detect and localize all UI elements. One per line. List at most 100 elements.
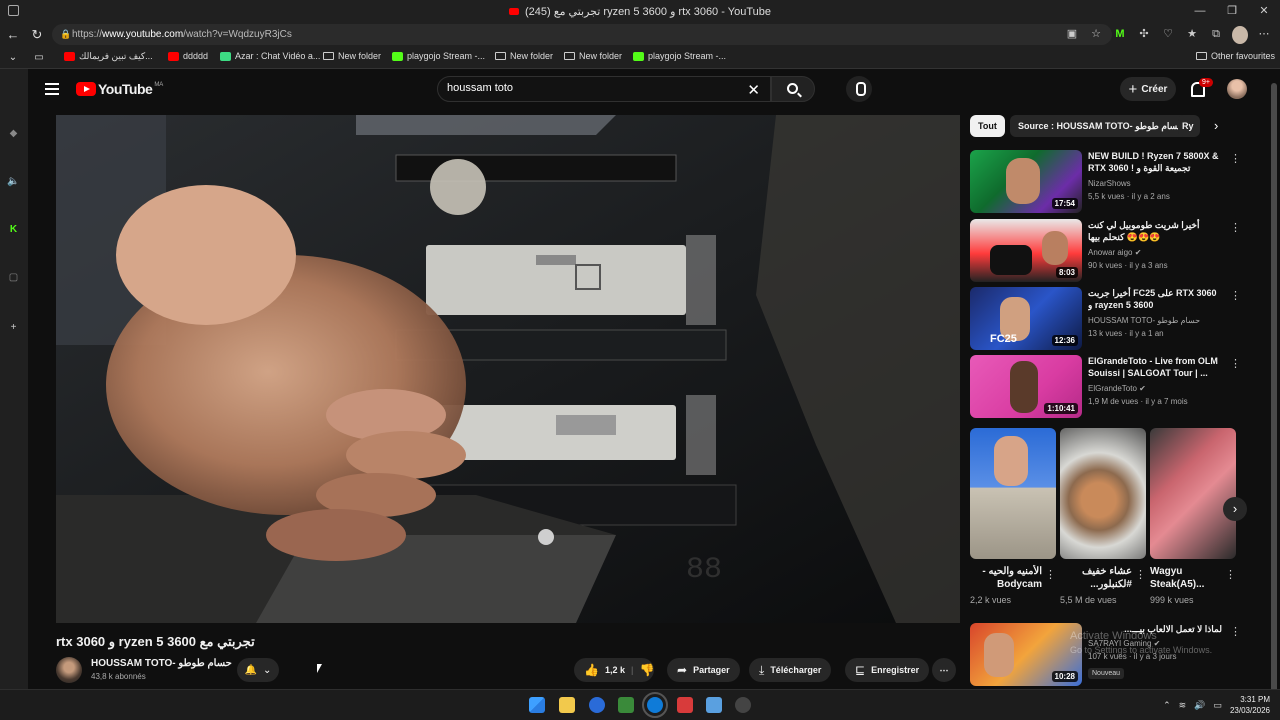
browser-profile-avatar[interactable]: [1232, 26, 1248, 44]
video-thumbnail[interactable]: 17:54: [970, 150, 1082, 213]
sidebar-speaker-icon[interactable]: 🔈: [7, 175, 20, 188]
shorts-next-icon[interactable]: ›: [1223, 497, 1247, 521]
chip-source[interactable]: Source : HOUSSAM TOTO- حسام طوطو: [1010, 115, 1192, 137]
app-available-icon[interactable]: ▣: [1064, 25, 1080, 43]
page-scrollbar[interactable]: [1268, 69, 1280, 703]
more-options-icon[interactable]: ⋮: [1230, 221, 1241, 234]
edge-active-icon[interactable]: [642, 692, 668, 718]
share-button[interactable]: ➦ Partager: [667, 658, 740, 682]
more-options-icon[interactable]: ⋮: [1135, 568, 1146, 581]
video-thumbnail[interactable]: FC25 12:36: [970, 287, 1082, 350]
bookmark-item[interactable]: ddddd: [168, 51, 208, 61]
clock[interactable]: 3:31 PM 23/03/2026: [1230, 694, 1270, 716]
youtube-logo[interactable]: YouTube MA: [76, 81, 163, 97]
sidebar-app-icon[interactable]: ▢: [7, 271, 20, 284]
battery-icon[interactable]: ▭: [1213, 700, 1222, 711]
start-windows-icon[interactable]: [529, 697, 545, 713]
channel-name[interactable]: Anowar aigo ✔: [1088, 248, 1141, 257]
search-input[interactable]: [447, 82, 747, 94]
short-thumbnail[interactable]: [1150, 428, 1236, 559]
file-explorer-icon[interactable]: [559, 697, 575, 713]
browser-menu-icon[interactable]: ⋯: [1256, 25, 1272, 43]
extension-m-icon[interactable]: M: [1112, 25, 1128, 43]
search-button[interactable]: [771, 76, 815, 102]
channel-avatar[interactable]: [56, 657, 82, 683]
more-options-icon[interactable]: ⋮: [1045, 568, 1056, 581]
wifi-icon[interactable]: ≋: [1179, 700, 1187, 711]
bookmark-item[interactable]: New folder: [495, 51, 553, 61]
like-button[interactable]: 👍 1,2 k | 👎: [574, 658, 654, 682]
voice-search-icon[interactable]: [846, 76, 872, 102]
collections-icon[interactable]: ⧉: [1208, 25, 1224, 43]
bookmark-item[interactable]: playgojo Stream -...: [392, 51, 485, 61]
bookmark-item[interactable]: New folder: [564, 51, 622, 61]
create-button[interactable]: + Créer: [1120, 77, 1176, 101]
video-thumbnail[interactable]: 10:28: [970, 623, 1082, 686]
short-item[interactable]: الأمنيه والحيه - Bodycam 2,2 k vues ⋮: [970, 428, 1056, 605]
app-red-icon[interactable]: [677, 697, 693, 713]
video-thumbnail[interactable]: 8:03: [970, 219, 1082, 282]
recommendation-item[interactable]: 17:54 NEW BUILD ! Ryzen 7 5800X & RTX 30…: [970, 150, 1260, 214]
save-button[interactable]: ⊑ Enregistrer: [845, 658, 930, 682]
minimize-button[interactable]: —: [1184, 0, 1216, 22]
short-item[interactable]: عشاء خفيف #لكنبلور... 5,5 M de vues ⋮: [1060, 428, 1146, 605]
tray-chevron-up-icon[interactable]: ⌃: [1163, 700, 1171, 711]
recommendation-item[interactable]: FC25 12:36 أخيرا جربت FC25 على RTX 3060 …: [970, 287, 1260, 351]
extensions-icon[interactable]: ✣: [1136, 25, 1152, 43]
maximize-button[interactable]: ❐: [1216, 0, 1248, 22]
video-title-link[interactable]: أخيرا شريت طوموبيل لي كنت كنحلم بيها 😍😍😍: [1088, 219, 1222, 243]
channel-name[interactable]: HOUSSAM TOTO- حسام طوطو: [91, 658, 232, 669]
favorite-star-icon[interactable]: ☆: [1088, 25, 1104, 43]
bookmark-item[interactable]: كيف تبين فريمالك...: [64, 51, 153, 62]
recommendation-item[interactable]: 1:10:41 ElGrandeToto - Live from OLM Sou…: [970, 355, 1260, 419]
short-thumbnail[interactable]: [970, 428, 1056, 559]
short-title[interactable]: عشاء خفيف #لكنبلور...: [1060, 565, 1132, 592]
account-avatar[interactable]: [1227, 79, 1247, 99]
scrollbar-thumb[interactable]: [1271, 83, 1277, 703]
more-options-icon[interactable]: ⋮: [1230, 152, 1241, 165]
edge-icon[interactable]: [589, 697, 605, 713]
other-favorites[interactable]: Other favourites: [1196, 51, 1275, 61]
close-window-button[interactable]: ✕: [1248, 0, 1280, 22]
more-options-icon[interactable]: ⋮: [1230, 289, 1241, 302]
more-options-icon[interactable]: ⋮: [1230, 357, 1241, 370]
clear-search-icon[interactable]: ✕: [747, 81, 760, 99]
sidebar-add-icon[interactable]: +: [7, 321, 20, 334]
chip-ryzen[interactable]: Ry: [1178, 115, 1200, 137]
sidebar-kick-icon[interactable]: K: [7, 223, 20, 236]
favorites-icon[interactable]: ★: [1184, 25, 1200, 43]
channel-name[interactable]: HOUSSAM TOTO- حسام طوطو: [1088, 316, 1200, 325]
video-player[interactable]: 88: [56, 115, 960, 623]
channel-name[interactable]: NizarShows: [1088, 179, 1131, 188]
bookmark-item[interactable]: Azar : Chat Vidéo a...: [220, 51, 320, 61]
nvidia-icon[interactable]: [618, 697, 634, 713]
short-thumbnail[interactable]: [1060, 428, 1146, 559]
back-icon[interactable]: ←: [4, 26, 22, 44]
photos-icon[interactable]: [706, 697, 722, 713]
bookmark-item[interactable]: playgojo Stream -...: [633, 51, 726, 61]
video-title-link[interactable]: ElGrandeToto - Live from OLM Souissi | S…: [1088, 355, 1222, 379]
url-bar[interactable]: 🔒 https://www.youtube.com/watch?v=Wqdzuy…: [52, 24, 1112, 45]
workspaces-icon[interactable]: [8, 5, 19, 16]
search-box[interactable]: ✕: [437, 76, 771, 102]
video-title-link[interactable]: أخيرا جربت FC25 على RTX 3060 و rayzen 5 …: [1088, 287, 1222, 311]
volume-icon[interactable]: 🔊: [1194, 700, 1205, 711]
hamburger-menu-icon[interactable]: [45, 83, 59, 95]
video-thumbnail[interactable]: 1:10:41: [970, 355, 1082, 418]
recommendation-item[interactable]: 8:03 أخيرا شريت طوموبيل لي كنت كنحلم بيه…: [970, 219, 1260, 283]
more-options-icon[interactable]: ⋮: [1230, 625, 1241, 638]
video-title-link[interactable]: NEW BUILD ! Ryzen 7 5800X & RTX 3060 ! ت…: [1088, 150, 1222, 176]
chips-next-icon[interactable]: ›: [1214, 118, 1218, 133]
more-options-icon[interactable]: ⋮: [1225, 568, 1236, 581]
download-button[interactable]: ⤓ Télécharger: [749, 658, 832, 682]
sidebar-pin-icon[interactable]: ◆: [7, 127, 20, 140]
short-title[interactable]: الأمنيه والحيه - Bodycam: [970, 565, 1042, 592]
more-actions-button[interactable]: ⋯: [932, 658, 956, 682]
settings-gear-icon[interactable]: [735, 697, 751, 713]
bookmark-item[interactable]: New folder: [323, 51, 381, 61]
short-item[interactable]: Wagyu Steak(A5)... 999 k vues ⋮: [1150, 428, 1236, 605]
browser-essentials-icon[interactable]: ♡: [1160, 25, 1176, 43]
short-title[interactable]: Wagyu Steak(A5)...: [1150, 565, 1222, 592]
tab-actions-icon[interactable]: ▭: [30, 49, 48, 67]
chip-all[interactable]: Tout: [970, 115, 1005, 137]
